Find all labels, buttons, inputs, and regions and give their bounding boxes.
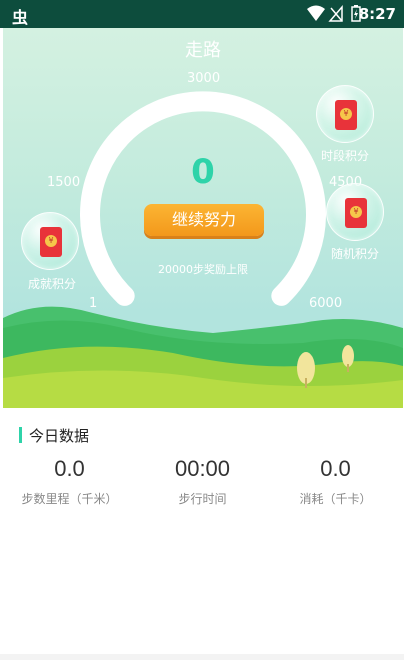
calories-value: 0.0	[320, 456, 351, 481]
continue-button[interactable]: 继续努力	[144, 204, 264, 236]
gauge-tick-max-top: 3000	[187, 71, 221, 86]
status-bar: 虫 8:27	[0, 0, 404, 28]
distance-label: 步数里程（千米）	[21, 492, 118, 506]
reward-limit-note: 20000步奖励上限	[158, 263, 248, 276]
random-points-label: 随机积分	[331, 247, 380, 261]
distance-value: 0.0	[54, 456, 85, 481]
wifi-icon	[307, 5, 325, 21]
bottom-edge	[0, 654, 404, 660]
timed-points-bubble[interactable]: ¥	[316, 85, 374, 143]
gauge-tick-low: 1500	[47, 175, 81, 190]
today-data-panel: 今日数据 0.0 步数里程（千米） 00:00 步行时间 0.0 消耗（千卡）	[3, 408, 403, 660]
gauge-tick-max: 6000	[309, 296, 343, 311]
walk-time-label: 步行时间	[178, 492, 227, 506]
page-title: 走路	[185, 40, 221, 61]
clock: 8:27	[358, 5, 396, 23]
calories-label: 消耗（千卡）	[299, 492, 372, 506]
section-title: 今日数据	[29, 427, 90, 445]
red-envelope-icon: ¥	[40, 227, 62, 257]
distance-stat: 0.0 步数里程（千米）	[3, 456, 136, 507]
section-accent-bar	[19, 427, 22, 443]
step-hero: 走路 3000 1500 4500 1 6000 0 继续努力 20000步奖励…	[3, 28, 403, 408]
calories-stat: 0.0 消耗（千卡）	[269, 456, 402, 507]
achievement-points-label: 成就积分	[28, 277, 77, 291]
red-envelope-icon: ¥	[345, 198, 367, 228]
random-points-bubble[interactable]: ¥	[326, 183, 384, 241]
achievement-points-bubble[interactable]: ¥	[21, 212, 79, 270]
signal-icon	[328, 4, 343, 22]
walk-time-value: 00:00	[174, 456, 231, 481]
walk-time-stat: 00:00 步行时间	[136, 456, 269, 507]
step-count: 0	[191, 152, 215, 192]
gauge-tick-min: 1	[89, 296, 98, 311]
timed-points-label: 时段积分	[321, 149, 370, 163]
app-notification-icon: 虫	[12, 8, 29, 27]
red-envelope-icon: ¥	[335, 100, 357, 130]
